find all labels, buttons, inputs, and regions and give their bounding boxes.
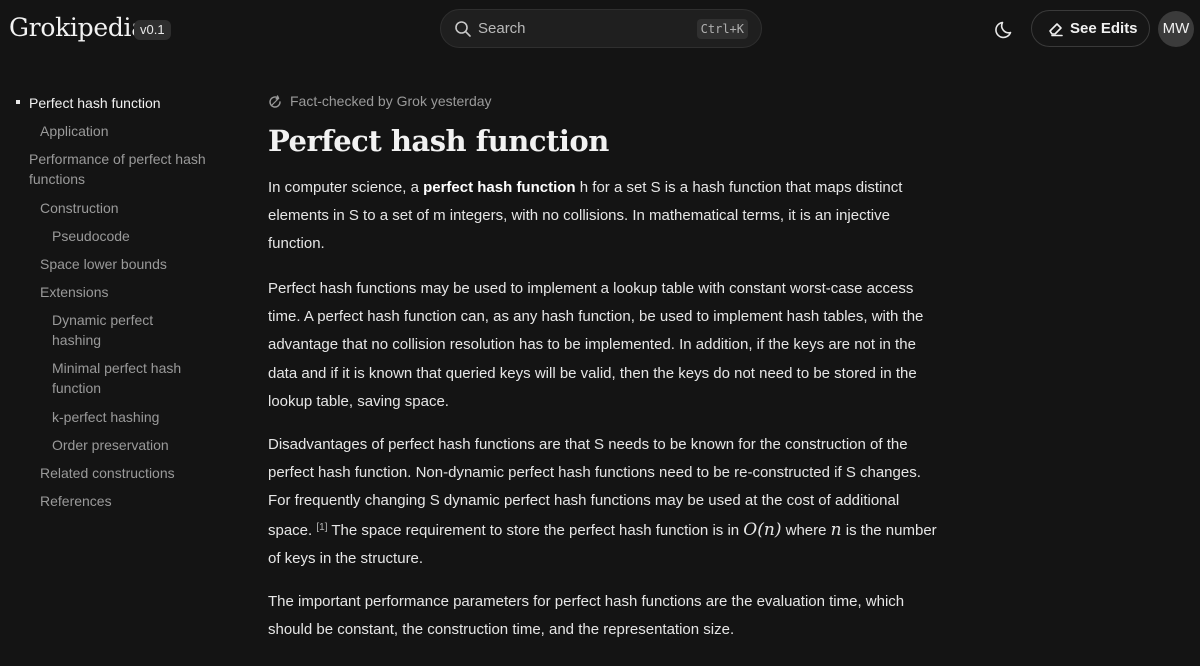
math-o-n: O(n) — [743, 519, 782, 540]
search-placeholder: Search — [478, 20, 526, 37]
p3-text-b: The space requirement to store the perfe… — [327, 521, 744, 539]
page-title: Perfect hash function — [268, 124, 609, 158]
eraser-icon — [1049, 23, 1063, 37]
paragraph-2: Perfect hash functions may be used to im… — [268, 280, 924, 410]
active-bullet — [16, 100, 20, 104]
toc-item-pseudocode[interactable]: Pseudocode — [52, 226, 130, 246]
search-bar[interactable]: Search Ctrl+K — [440, 9, 762, 48]
toc-item-application[interactable]: Application — [40, 121, 109, 141]
avatar[interactable]: MW — [1158, 11, 1194, 47]
refresh-icon — [269, 95, 281, 108]
math-n: n — [830, 519, 842, 540]
p1-bold-term: perfect hash function — [423, 179, 576, 196]
p1-text-a: In computer science, a — [268, 179, 424, 196]
p3-text-c: where — [781, 521, 831, 539]
see-edits-label: See Edits — [1070, 20, 1138, 37]
toc-item-minimal-perfect-hash[interactable]: Minimal perfect hash function — [52, 358, 212, 398]
paragraph-4: The important performance parameters for… — [268, 593, 905, 639]
search-icon — [455, 21, 471, 37]
toc-item-order-preservation[interactable]: Order preservation — [52, 435, 169, 455]
toc-item-references[interactable]: References — [40, 491, 112, 511]
moon-icon[interactable] — [995, 18, 1017, 40]
toc-item-construction[interactable]: Construction — [40, 198, 119, 218]
paragraph-3: Disadvantages of perfect hash functions … — [268, 431, 938, 573]
paragraph-1: In computer science, a perfect hash func… — [268, 174, 938, 259]
toc-item-perfect-hash-function[interactable]: Perfect hash function — [29, 93, 161, 113]
top-bar: Grokipedia v0.1 Search Ctrl+K See Edits … — [0, 0, 1200, 58]
toc-item-related-constructions[interactable]: Related constructions — [40, 463, 175, 483]
version-badge: v0.1 — [134, 20, 171, 40]
fact-check-text: Fact-checked by Grok yesterday — [290, 93, 492, 109]
see-edits-button[interactable]: See Edits — [1031, 10, 1150, 47]
search-shortcut: Ctrl+K — [696, 19, 748, 39]
toc-item-dynamic-perfect-hashing[interactable]: Dynamic perfect hashing — [52, 310, 192, 350]
toc-item-k-perfect-hashing[interactable]: k-perfect hashing — [52, 407, 159, 427]
citation-link[interactable]: [1] — [316, 522, 327, 533]
toc-item-space-lower-bounds[interactable]: Space lower bounds — [40, 254, 167, 274]
toc-item-extensions[interactable]: Extensions — [40, 282, 108, 302]
toc-item-performance[interactable]: Performance of perfect hash functions — [29, 149, 209, 189]
site-logo[interactable]: Grokipedia — [9, 13, 146, 42]
